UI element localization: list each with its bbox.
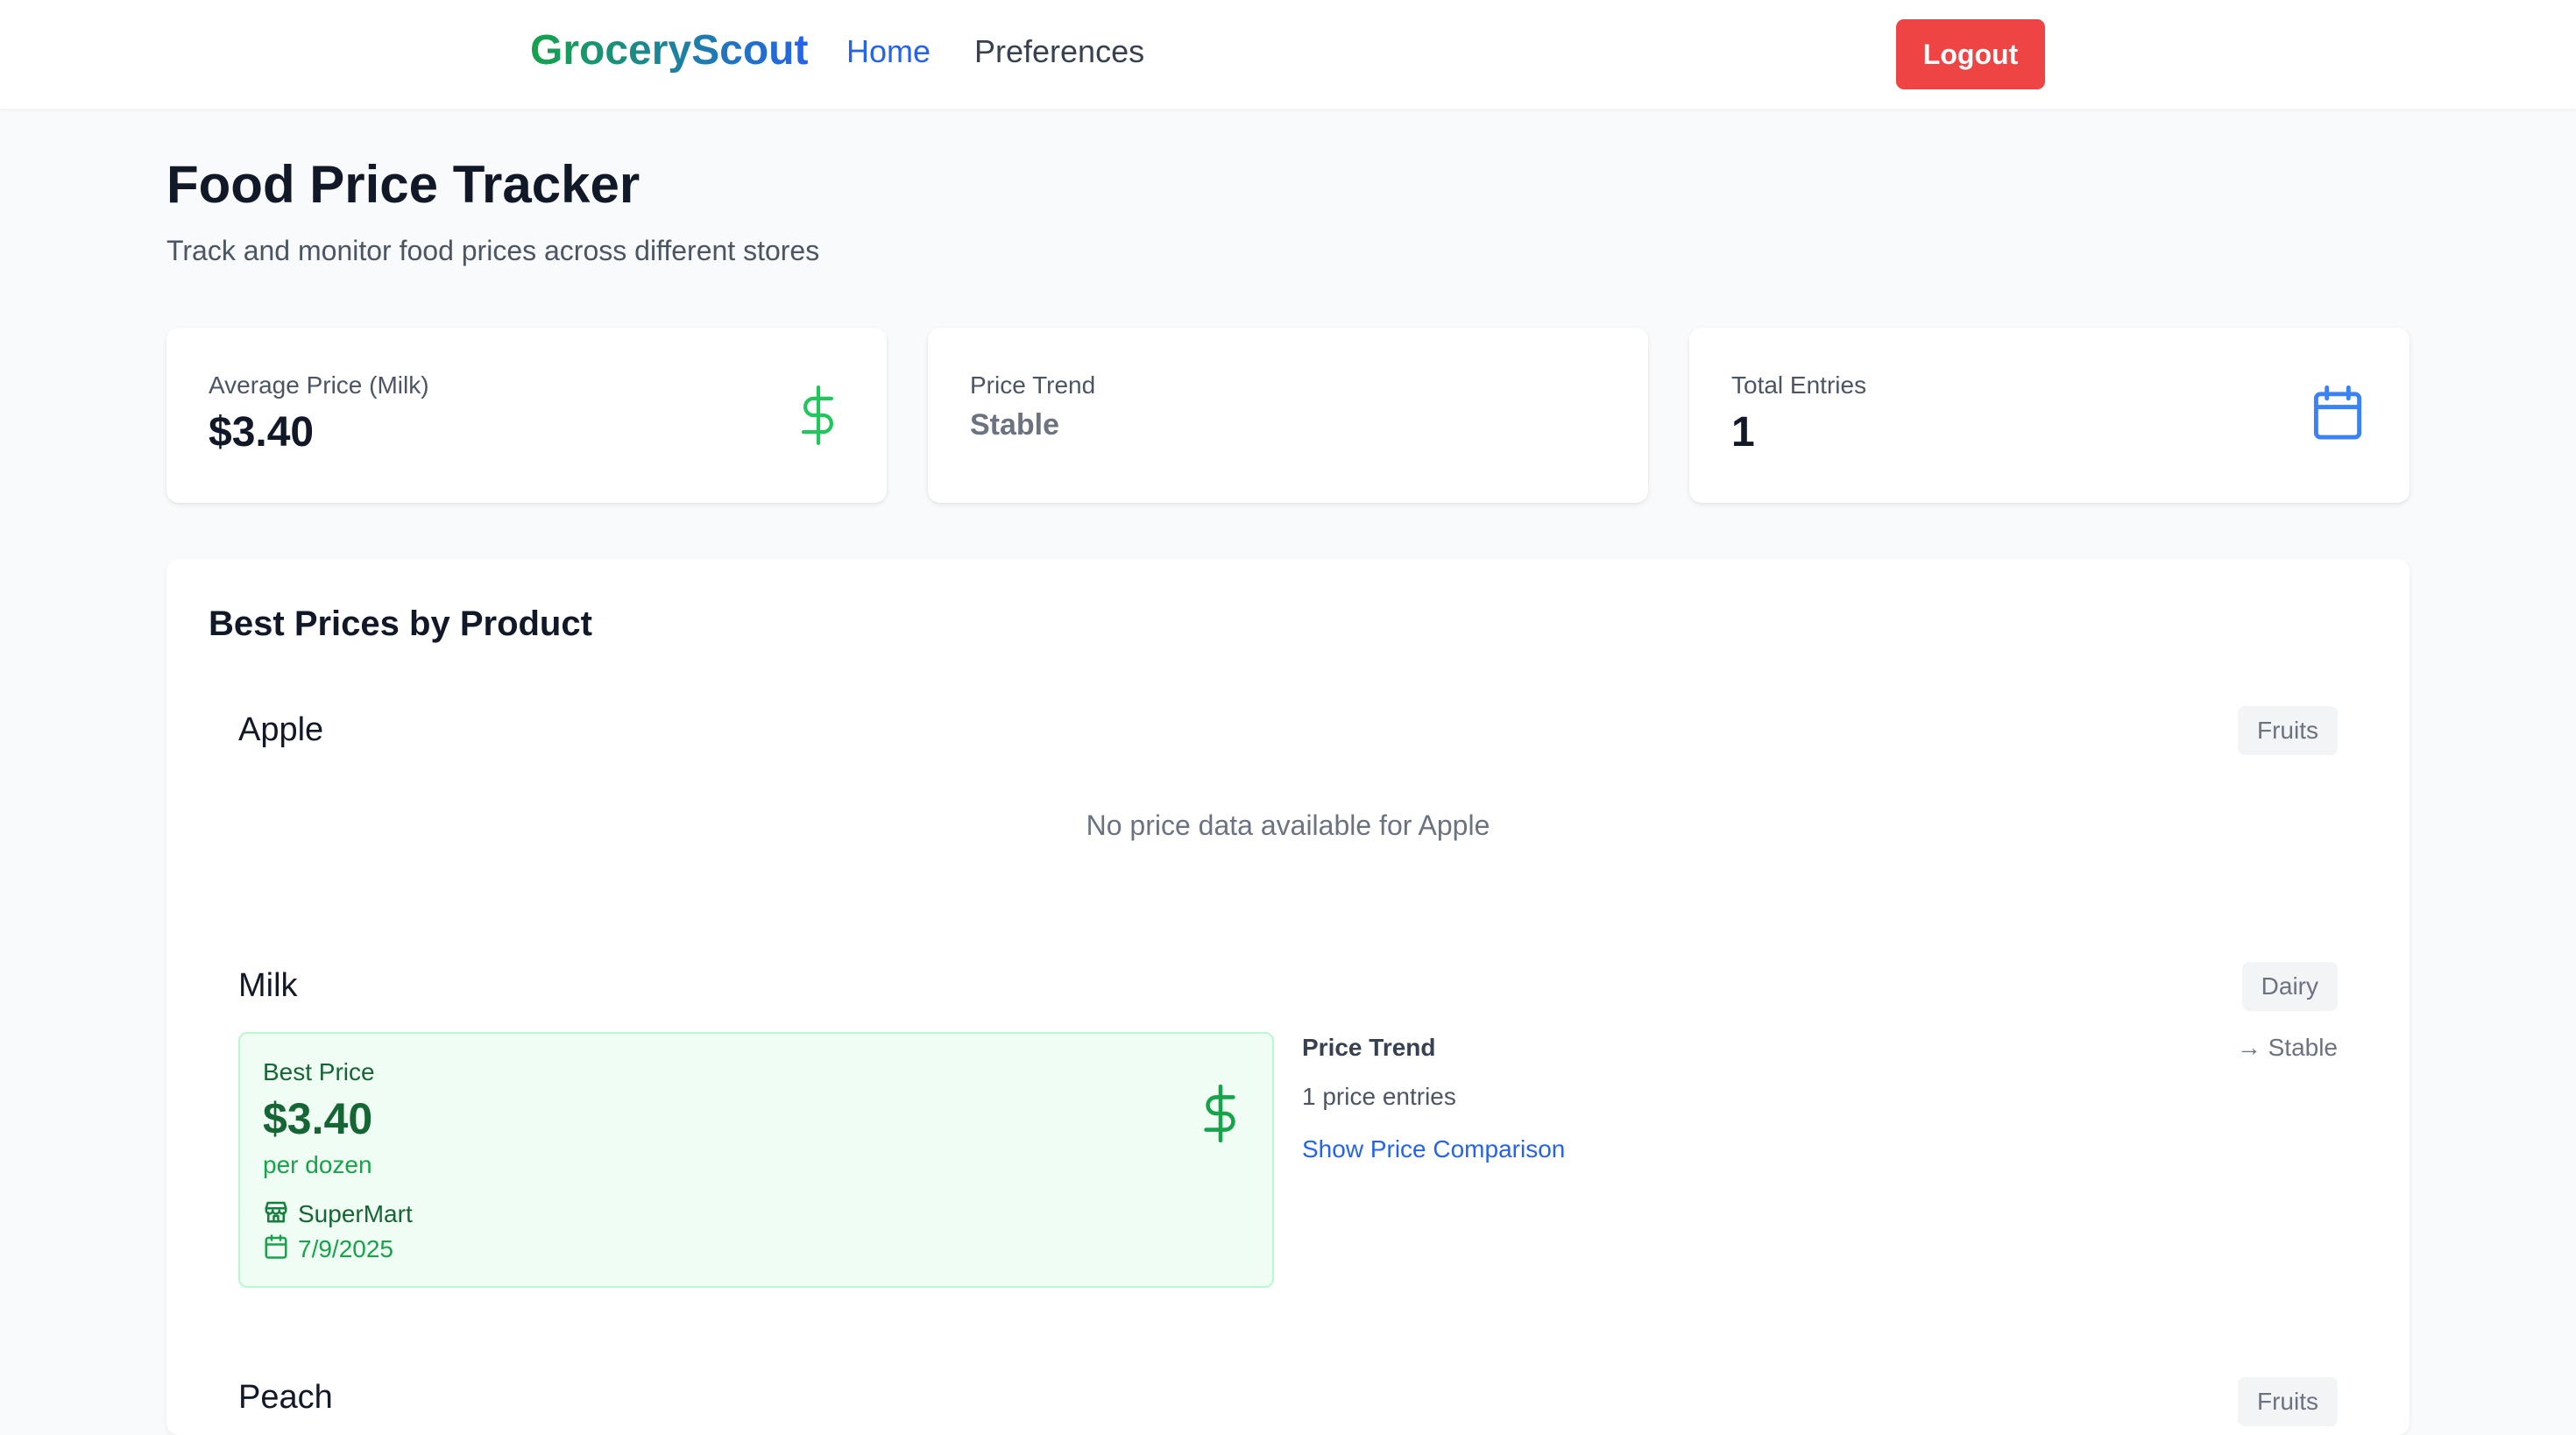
stat-label: Total Entries [1731, 371, 1867, 399]
stat-card-price-trend: Price Trend Stable [928, 328, 1648, 503]
category-badge: Dairy [2241, 962, 2338, 1011]
stat-card-total-entries: Total Entries 1 [1689, 328, 2410, 503]
dollar-icon [1199, 1084, 1242, 1147]
price-date: 7/9/2025 [298, 1234, 393, 1262]
show-price-comparison-link[interactable]: Show Price Comparison [1302, 1135, 1565, 1163]
stat-value: 1 [1731, 409, 1755, 456]
best-prices-section: Best Prices by Product Apple Fruits No p… [166, 559, 2410, 1435]
calendar-icon [263, 1234, 289, 1264]
calendar-icon [2311, 385, 2364, 446]
product-name: Apple [238, 711, 324, 748]
stat-value: $3.40 [209, 409, 315, 456]
price-entries-count: 1 price entries [1302, 1083, 1456, 1110]
best-price-label: Best Price [263, 1058, 375, 1085]
no-data-message: No price data available for Apple [1086, 809, 1490, 841]
stat-value: Stable [970, 408, 1060, 442]
trend-value: → Stable [2236, 1034, 2338, 1061]
page-title: Food Price Tracker [166, 155, 640, 214]
best-price-value: $3.40 [263, 1094, 373, 1143]
section-title: Best Prices by Product [209, 604, 592, 643]
brand-logo[interactable]: GroceryScout [530, 26, 808, 74]
dollar-icon [796, 385, 841, 449]
stat-card-average-price: Average Price (Milk) $3.40 [166, 328, 887, 503]
price-unit: per dozen [263, 1151, 372, 1178]
logout-button[interactable]: Logout [1896, 19, 2045, 89]
nav-preferences-link[interactable]: Preferences [974, 33, 1144, 70]
store-name: SuperMart [298, 1199, 413, 1227]
nav-home-link[interactable]: Home [846, 33, 931, 70]
category-badge: Fruits [2238, 1377, 2338, 1426]
store-row: SuperMart [263, 1198, 413, 1229]
category-badge: Fruits [2238, 706, 2338, 755]
date-row: 7/9/2025 [263, 1234, 393, 1264]
product-name: Milk [238, 967, 298, 1004]
page-subtitle: Track and monitor food prices across dif… [166, 235, 820, 266]
store-icon [263, 1198, 289, 1229]
trend-label: Price Trend [1302, 1034, 1436, 1061]
stat-label: Average Price (Milk) [209, 371, 429, 399]
best-price-card: Best Price $3.40 per dozen SuperMart 7/9… [238, 1032, 1274, 1288]
stat-label: Price Trend [970, 371, 1096, 399]
navbar: GroceryScout Home Preferences Logout [0, 0, 2576, 109]
product-name: Peach [238, 1379, 333, 1416]
